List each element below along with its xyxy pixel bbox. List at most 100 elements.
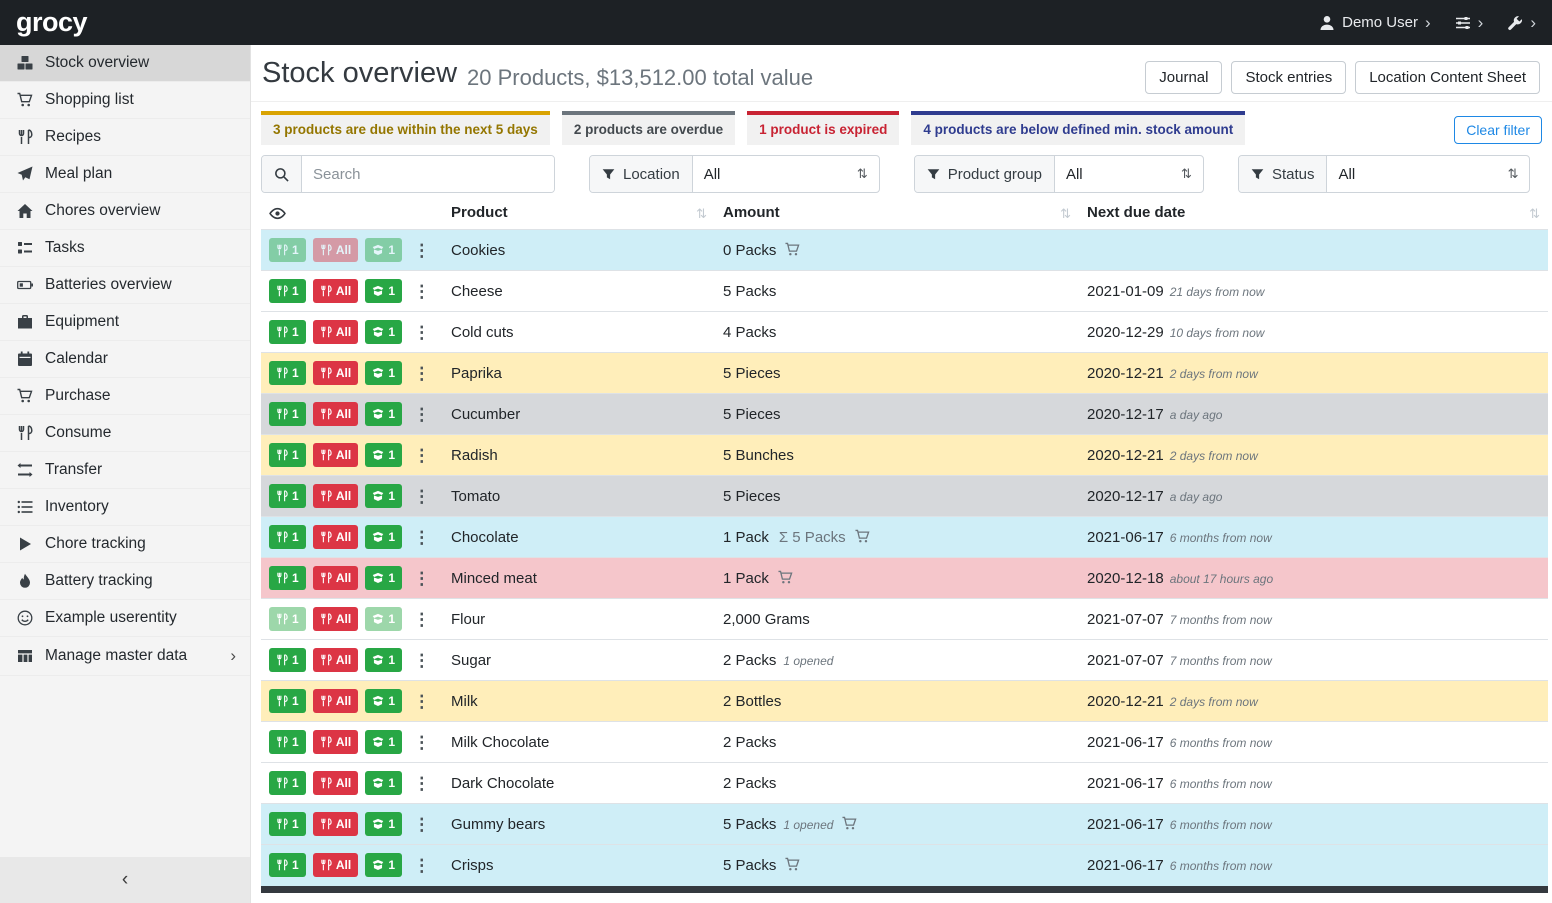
consume-all-button[interactable]: All [313, 648, 358, 672]
consume-all-button[interactable]: All [313, 689, 358, 713]
open-one-button[interactable]: 1 [365, 730, 402, 754]
row-menu-button[interactable]: ⋮ [409, 242, 434, 259]
row-menu-button[interactable]: ⋮ [409, 365, 434, 382]
sidebar-item-equipment[interactable]: Equipment [0, 304, 250, 341]
eye-icon[interactable] [269, 205, 435, 222]
consume-all-button[interactable]: All [313, 361, 358, 385]
consume-all-button[interactable]: All [313, 566, 358, 590]
consume-all-button[interactable]: All [313, 607, 358, 631]
location-content-sheet-button[interactable]: Location Content Sheet [1355, 61, 1540, 94]
column-header-product[interactable]: Product⇅ [443, 201, 715, 230]
row-menu-button[interactable]: ⋮ [409, 857, 434, 874]
location-select[interactable]: All⇅ [693, 156, 879, 192]
consume-one-button[interactable]: 1 [269, 689, 306, 713]
consume-one-button[interactable]: 1 [269, 443, 306, 467]
consume-one-button[interactable]: 1 [269, 525, 306, 549]
consume-one-button[interactable]: 1 [269, 853, 306, 877]
consume-one-button[interactable]: 1 [269, 566, 306, 590]
column-header-amount[interactable]: Amount⇅ [715, 201, 1079, 230]
row-menu-button[interactable]: ⋮ [409, 488, 434, 505]
consume-one-button[interactable]: 1 [269, 771, 306, 795]
consume-all-button[interactable]: All [313, 812, 358, 836]
stock-entries-button[interactable]: Stock entries [1231, 61, 1346, 94]
sidebar-item-tasks[interactable]: Tasks [0, 230, 250, 267]
row-menu-button[interactable]: ⋮ [409, 734, 434, 751]
row-menu-button[interactable]: ⋮ [409, 570, 434, 587]
consume-all-button[interactable]: All [313, 525, 358, 549]
open-one-button[interactable]: 1 [365, 771, 402, 795]
consume-all-button[interactable]: All [313, 484, 358, 508]
open-one-button[interactable]: 1 [365, 279, 402, 303]
open-one-button[interactable]: 1 [365, 812, 402, 836]
open-one-button[interactable]: 1 [365, 689, 402, 713]
consume-all-button[interactable]: All [313, 771, 358, 795]
sidebar-collapse-button[interactable]: ‹ [0, 857, 250, 903]
sidebar-item-stock-overview[interactable]: Stock overview [0, 45, 250, 82]
sidebar-item-manage-master-data[interactable]: Manage master data › [0, 637, 250, 676]
open-one-button[interactable]: 1 [365, 443, 402, 467]
sidebar-item-example-userentity[interactable]: Example userentity [0, 600, 250, 637]
status-banner-2[interactable]: 1 product is expired [747, 111, 899, 145]
consume-one-button[interactable]: 1 [269, 648, 306, 672]
row-menu-button[interactable]: ⋮ [409, 283, 434, 300]
sidebar-item-consume[interactable]: Consume [0, 415, 250, 452]
journal-button[interactable]: Journal [1145, 61, 1222, 94]
product-group-select[interactable]: All⇅ [1055, 156, 1203, 192]
sidebar-item-meal-plan[interactable]: Meal plan [0, 156, 250, 193]
row-menu-button[interactable]: ⋮ [409, 611, 434, 628]
settings-menu[interactable]: › [1455, 14, 1484, 31]
sidebar-item-calendar[interactable]: Calendar [0, 341, 250, 378]
consume-all-button[interactable]: All [313, 443, 358, 467]
row-menu-button[interactable]: ⋮ [409, 529, 434, 546]
row-menu-button[interactable]: ⋮ [409, 324, 434, 341]
row-menu-button[interactable]: ⋮ [409, 652, 434, 669]
clear-filter-button[interactable]: Clear filter [1454, 116, 1542, 144]
status-select[interactable]: All⇅ [1327, 156, 1529, 192]
consume-one-button[interactable]: 1 [269, 279, 306, 303]
row-menu-button[interactable]: ⋮ [409, 816, 434, 833]
open-one-button[interactable]: 1 [365, 320, 402, 344]
consume-one-button[interactable]: 1 [269, 361, 306, 385]
consume-all-button[interactable]: All [313, 402, 358, 426]
consume-one-button[interactable]: 1 [269, 238, 306, 262]
row-menu-button[interactable]: ⋮ [409, 775, 434, 792]
search-input[interactable] [302, 156, 554, 192]
consume-one-button[interactable]: 1 [269, 402, 306, 426]
consume-one-button[interactable]: 1 [269, 320, 306, 344]
sidebar-item-inventory[interactable]: Inventory [0, 489, 250, 526]
consume-all-button[interactable]: All [313, 853, 358, 877]
open-one-button[interactable]: 1 [365, 648, 402, 672]
sidebar-item-shopping-list[interactable]: Shopping list [0, 82, 250, 119]
sidebar-item-transfer[interactable]: Transfer [0, 452, 250, 489]
open-one-button[interactable]: 1 [365, 525, 402, 549]
sidebar-item-chore-tracking[interactable]: Chore tracking [0, 526, 250, 563]
consume-all-button[interactable]: All [313, 279, 358, 303]
admin-tools-menu[interactable]: › [1507, 14, 1536, 31]
consume-one-button[interactable]: 1 [269, 812, 306, 836]
row-menu-button[interactable]: ⋮ [409, 406, 434, 423]
status-banner-0[interactable]: 3 products are due within the next 5 day… [261, 111, 550, 145]
sidebar-item-purchase[interactable]: Purchase [0, 378, 250, 415]
consume-one-button[interactable]: 1 [269, 730, 306, 754]
open-one-button[interactable]: 1 [365, 607, 402, 631]
consume-all-button[interactable]: All [313, 730, 358, 754]
consume-one-button[interactable]: 1 [269, 607, 306, 631]
status-banner-1[interactable]: 2 products are overdue [562, 111, 735, 145]
sidebar-item-batteries-overview[interactable]: Batteries overview [0, 267, 250, 304]
open-one-button[interactable]: 1 [365, 566, 402, 590]
open-one-button[interactable]: 1 [365, 238, 402, 262]
sidebar-item-chores-overview[interactable]: Chores overview [0, 193, 250, 230]
open-one-button[interactable]: 1 [365, 402, 402, 426]
consume-all-button[interactable]: All [313, 238, 358, 262]
open-one-button[interactable]: 1 [365, 853, 402, 877]
sidebar-item-recipes[interactable]: Recipes [0, 119, 250, 156]
row-menu-button[interactable]: ⋮ [409, 693, 434, 710]
sidebar-item-battery-tracking[interactable]: Battery tracking [0, 563, 250, 600]
column-header-due-date[interactable]: Next due date⇅ [1079, 201, 1548, 230]
open-one-button[interactable]: 1 [365, 361, 402, 385]
open-one-button[interactable]: 1 [365, 484, 402, 508]
status-banner-3[interactable]: 4 products are below defined min. stock … [911, 111, 1245, 145]
consume-one-button[interactable]: 1 [269, 484, 306, 508]
row-menu-button[interactable]: ⋮ [409, 447, 434, 464]
consume-all-button[interactable]: All [313, 320, 358, 344]
